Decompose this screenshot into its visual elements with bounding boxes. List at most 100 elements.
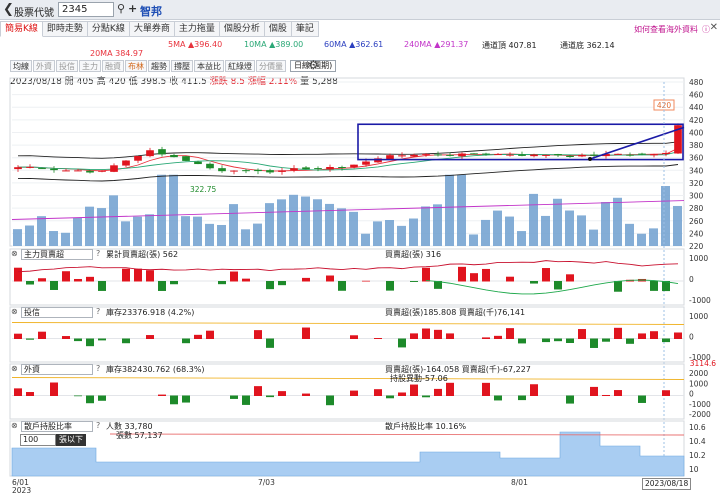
main-force-bar [470,273,478,282]
main-force-bar [278,281,286,286]
candle-body [398,155,406,157]
candle-body [158,149,166,155]
main-force-bar [482,268,490,282]
main-force-bar [14,267,22,282]
main-force-bar [506,276,514,282]
price-axis-tick: 320 [689,179,704,188]
candle-body [182,156,190,161]
trust-bar [206,330,214,339]
trust-bar [98,338,106,341]
volume-bar [25,225,34,246]
foreign-bar [386,395,394,399]
foreign-bar [254,386,262,396]
main-force-bar [218,281,226,285]
volume-bar [553,198,562,246]
retail-ratio-area [11,431,685,477]
main-force-bar [38,278,46,282]
volume-bar [217,224,226,246]
trust-bar [662,338,670,343]
volume-bar [373,221,382,246]
volume-bar [649,228,658,246]
foreign-high-label: 3114.6 [690,359,716,368]
trust-bar [26,338,34,340]
volume-bar [61,232,70,246]
panel-close-icon[interactable]: ⊗ [11,364,18,373]
trust-bar [410,333,418,339]
volume-bar [121,221,130,246]
candle-body [302,167,310,170]
candle-body [554,154,562,156]
volume-bar [397,225,406,246]
panel-legend-primary: 庫存382430.762 (68.3%) [106,365,205,374]
foreign-bar [242,395,250,405]
main-force-bar [74,278,82,282]
foreign-bar [662,390,670,396]
below-filter-button[interactable]: 張以下 [56,434,86,446]
main-force-bar [386,281,394,291]
trust-bar [74,338,82,342]
panel-close-icon[interactable]: ⊗ [11,249,18,258]
trust-bar [566,338,574,344]
volume-bar [85,206,94,246]
retail-axis-tick: 10 [689,465,699,474]
help-icon[interactable]: ? [96,307,100,316]
panel-close-icon[interactable]: ⊗ [11,307,18,316]
volume-bar [565,210,574,246]
help-icon[interactable]: ? [96,421,100,430]
volume-bar [577,215,586,246]
trust-bar [578,329,586,339]
panel-indicator-select[interactable]: 外資 [21,364,93,375]
main-force-bar [566,274,574,282]
holding-filter-select[interactable]: 100 [20,434,56,446]
trust-bar [14,333,22,339]
trust-bar [182,338,190,344]
candle-body [446,154,454,156]
candle-body [470,153,478,155]
candle-body [38,168,46,170]
volume-bar [349,211,358,246]
volume-bar [625,223,634,246]
retail-axis-tick: 10.4 [689,437,706,446]
panel-indicator-select[interactable]: 主力買賣超 [21,249,93,260]
candle-body [194,161,202,165]
low-marker-label: 322.75 [190,185,216,194]
panel-legend-tertiary: 持股異動-57.06 [390,374,448,383]
trust-bar [554,338,562,342]
candle-body [218,168,226,172]
volume-bar [445,174,454,246]
candle-body [290,168,298,171]
price-axis-tick: 300 [689,192,704,201]
volume-bar [265,203,274,246]
foreign-bar [98,395,106,401]
volume-bar [181,216,190,246]
help-icon[interactable]: ? [96,364,100,373]
cursor-date-label: 2023/08/18 [642,478,692,490]
date-label-year: 2023 [12,486,32,495]
candle-body [386,155,394,160]
panel-close-icon[interactable]: ⊗ [11,421,18,430]
volume-bar [517,231,526,246]
candle-body [542,154,550,156]
candle-body [506,154,514,156]
volume-bar [589,229,598,246]
panel-indicator-select[interactable]: 散戶持股比率 [21,421,93,432]
price-axis-tick: 240 [689,229,704,238]
help-icon[interactable]: ? [96,249,100,258]
trust-bar [86,338,94,347]
volume-bar [481,219,490,246]
volume-bar [337,208,346,246]
volume-bar [529,193,538,246]
foreign-bar [86,395,94,404]
foreign-bar [434,388,442,396]
trust-bar [638,333,646,339]
foreign-bar [74,395,82,397]
candle-body [74,170,82,172]
foreign-bar [638,395,646,403]
volume-bar [205,223,214,246]
volume-bar [289,194,298,246]
volume-bar [253,223,262,246]
foreign-bar [602,394,610,396]
candle-body [614,153,622,155]
volume-bar [97,208,106,246]
panel-indicator-select[interactable]: 投信 [21,307,93,318]
